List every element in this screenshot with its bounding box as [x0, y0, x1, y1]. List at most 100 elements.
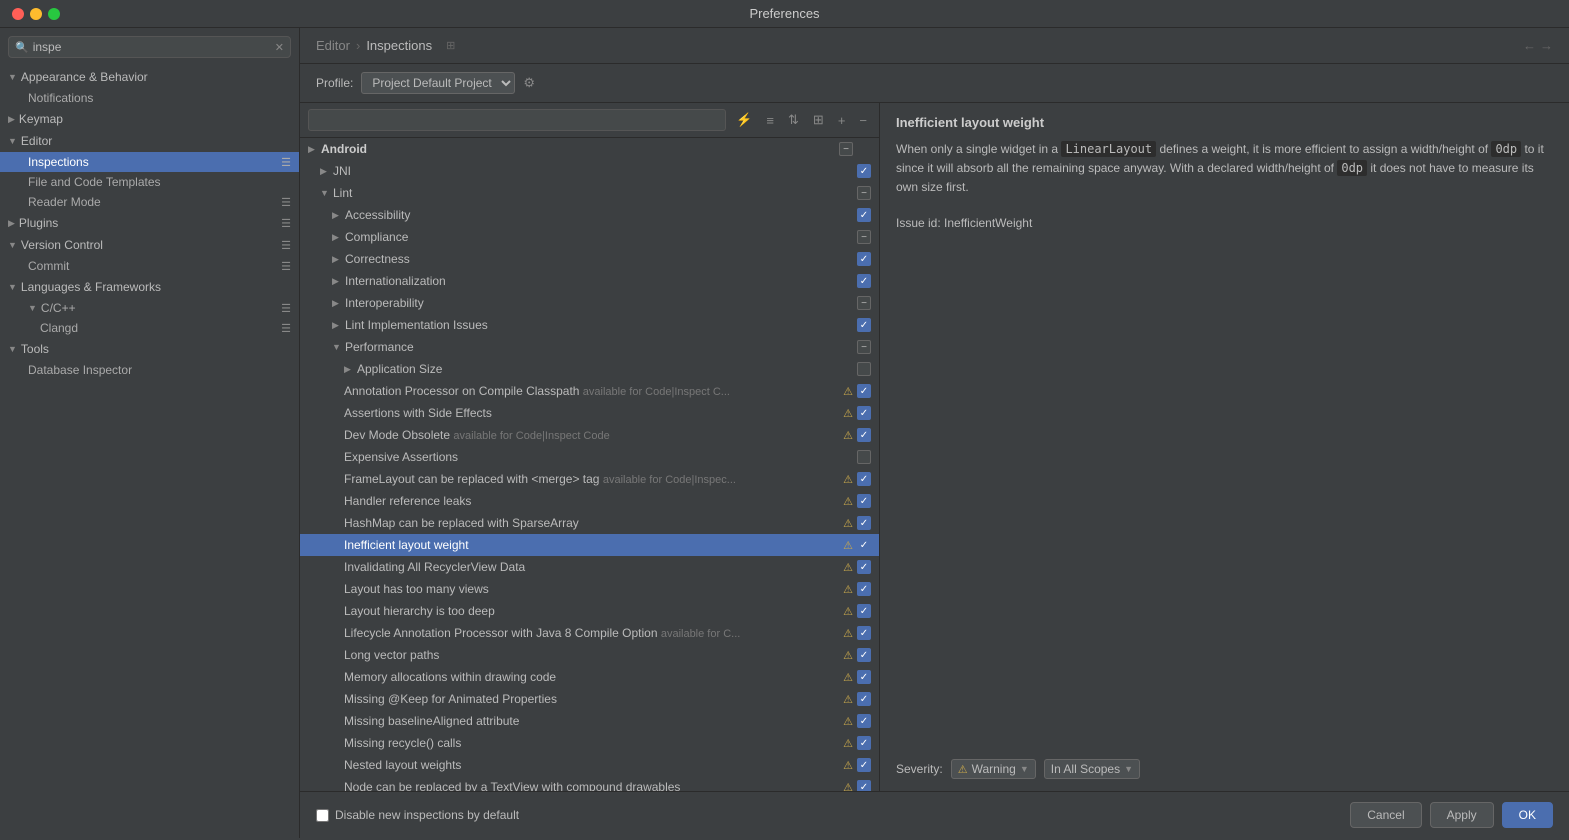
- sidebar-item-commit[interactable]: Commit ☰: [0, 256, 299, 276]
- sidebar-item-reader-mode[interactable]: Reader Mode ☰: [0, 192, 299, 212]
- sidebar-item-database-inspector[interactable]: Database Inspector: [0, 360, 299, 380]
- row-checkbox[interactable]: ✓: [857, 626, 871, 640]
- list-item[interactable]: FrameLayout can be replaced with <merge>…: [300, 468, 879, 490]
- row-checkbox[interactable]: ✓: [857, 406, 871, 420]
- sidebar-item-languages[interactable]: ▼ Languages & Frameworks: [0, 276, 299, 298]
- list-item[interactable]: ▶ Correctness ✓: [300, 248, 879, 270]
- gear-icon[interactable]: ⚙: [523, 75, 535, 91]
- sidebar-search-input[interactable]: [33, 40, 271, 54]
- sidebar-item-inspections[interactable]: Inspections ☰: [0, 152, 299, 172]
- row-checkbox[interactable]: ✓: [857, 648, 871, 662]
- row-checkbox[interactable]: ✓: [857, 208, 871, 222]
- row-checkbox[interactable]: [857, 450, 871, 464]
- sidebar-item-version-control[interactable]: ▼ Version Control ☰: [0, 234, 299, 256]
- nav-back-icon[interactable]: ←: [1523, 38, 1536, 53]
- list-item[interactable]: ▶ Internationalization ✓: [300, 270, 879, 292]
- sidebar-item-clangd[interactable]: Clangd ☰: [0, 318, 299, 338]
- inspection-search-input[interactable]: [308, 109, 726, 131]
- sidebar-item-file-code-templates[interactable]: File and Code Templates: [0, 172, 299, 192]
- row-checkbox[interactable]: ✓: [857, 560, 871, 574]
- row-checkbox[interactable]: ✓: [857, 428, 871, 442]
- row-checkbox[interactable]: ✓: [857, 384, 871, 398]
- sidebar-item-cpp[interactable]: ▼ C/C++ ☰: [0, 298, 299, 318]
- list-item-selected[interactable]: Inefficient layout weight ⚠ ✓: [300, 534, 879, 556]
- apply-button[interactable]: Apply: [1430, 802, 1494, 828]
- row-checkbox[interactable]: ✓: [857, 538, 871, 552]
- ok-button[interactable]: OK: [1502, 802, 1553, 828]
- row-checkbox[interactable]: ✓: [857, 494, 871, 508]
- list-item[interactable]: Memory allocations within drawing code ⚠…: [300, 666, 879, 688]
- minimize-button[interactable]: [30, 8, 42, 20]
- row-checkbox[interactable]: ✓: [857, 780, 871, 791]
- row-checkbox[interactable]: ✓: [857, 736, 871, 750]
- list-item[interactable]: ▶ Application Size: [300, 358, 879, 380]
- item-label: Annotation Processor on Compile Classpat…: [344, 384, 843, 398]
- row-checkbox[interactable]: ✓: [857, 252, 871, 266]
- list-item[interactable]: ▼ Performance −: [300, 336, 879, 358]
- sidebar-item-notifications[interactable]: Notifications: [0, 88, 299, 108]
- row-checkbox[interactable]: −: [857, 340, 871, 354]
- disable-inspections-checkbox[interactable]: [316, 809, 329, 822]
- list-item[interactable]: ▶ Interoperability −: [300, 292, 879, 314]
- list-item[interactable]: Layout hierarchy is too deep ⚠ ✓: [300, 600, 879, 622]
- sidebar-item-keymap[interactable]: ▶ Keymap: [0, 108, 299, 130]
- breadcrumb-parent: Editor: [316, 38, 350, 53]
- row-checkbox[interactable]: −: [839, 142, 853, 156]
- group-icon[interactable]: ⊞: [809, 110, 828, 130]
- minus-icon[interactable]: −: [855, 111, 871, 130]
- expand-all-icon[interactable]: ≡: [762, 111, 778, 130]
- close-button[interactable]: [12, 8, 24, 20]
- list-item[interactable]: Annotation Processor on Compile Classpat…: [300, 380, 879, 402]
- row-checkbox[interactable]: −: [857, 230, 871, 244]
- row-checkbox[interactable]: ✓: [857, 318, 871, 332]
- list-item[interactable]: Layout has too many views ⚠ ✓: [300, 578, 879, 600]
- list-item[interactable]: ▶ Compliance −: [300, 226, 879, 248]
- profile-select[interactable]: Project Default Project: [361, 72, 515, 94]
- filter-icon[interactable]: ⚡: [732, 110, 756, 130]
- clear-icon[interactable]: ✕: [275, 41, 284, 54]
- list-item[interactable]: Missing baselineAligned attribute ⚠ ✓: [300, 710, 879, 732]
- cancel-button[interactable]: Cancel: [1350, 802, 1421, 828]
- list-item[interactable]: Handler reference leaks ⚠ ✓: [300, 490, 879, 512]
- row-checkbox[interactable]: ✓: [857, 516, 871, 530]
- row-checkbox[interactable]: [857, 362, 871, 376]
- row-checkbox[interactable]: ✓: [857, 582, 871, 596]
- row-checkbox[interactable]: −: [857, 186, 871, 200]
- row-checkbox[interactable]: ✓: [857, 714, 871, 728]
- sidebar-item-editor[interactable]: ▼ Editor: [0, 130, 299, 152]
- list-item[interactable]: Expensive Assertions: [300, 446, 879, 468]
- sidebar-item-plugins[interactable]: ▶ Plugins ☰: [0, 212, 299, 234]
- list-item[interactable]: Assertions with Side Effects ⚠ ✓: [300, 402, 879, 424]
- add-icon[interactable]: +: [834, 111, 850, 130]
- nav-forward-icon[interactable]: →: [1540, 38, 1553, 53]
- row-checkbox[interactable]: ✓: [857, 164, 871, 178]
- row-checkbox[interactable]: ✓: [857, 472, 871, 486]
- maximize-button[interactable]: [48, 8, 60, 20]
- list-item[interactable]: Node can be replaced by a TextView with …: [300, 776, 879, 791]
- row-checkbox[interactable]: ✓: [857, 692, 871, 706]
- list-item[interactable]: Invalidating All RecyclerView Data ⚠ ✓: [300, 556, 879, 578]
- severity-select[interactable]: ⚠ Warning ▼: [951, 759, 1036, 779]
- list-item[interactable]: ▶ Android −: [300, 138, 879, 160]
- list-item[interactable]: Dev Mode Obsolete available for Code|Ins…: [300, 424, 879, 446]
- list-item[interactable]: ▼ Lint −: [300, 182, 879, 204]
- row-checkbox[interactable]: ✓: [857, 604, 871, 618]
- list-item[interactable]: Missing recycle() calls ⚠ ✓: [300, 732, 879, 754]
- list-item[interactable]: Nested layout weights ⚠ ✓: [300, 754, 879, 776]
- list-item[interactable]: Lifecycle Annotation Processor with Java…: [300, 622, 879, 644]
- scope-select[interactable]: In All Scopes ▼: [1044, 759, 1140, 779]
- sidebar-group-label-vc: Version Control: [21, 238, 103, 252]
- list-item[interactable]: Long vector paths ⚠ ✓: [300, 644, 879, 666]
- sort-icon[interactable]: ⇅: [784, 110, 803, 130]
- list-item[interactable]: ▶ Lint Implementation Issues ✓: [300, 314, 879, 336]
- row-checkbox[interactable]: −: [857, 296, 871, 310]
- row-checkbox[interactable]: ✓: [857, 758, 871, 772]
- list-item[interactable]: HashMap can be replaced with SparseArray…: [300, 512, 879, 534]
- list-item[interactable]: ▶ Accessibility ✓: [300, 204, 879, 226]
- list-item[interactable]: ▶ JNI ✓: [300, 160, 879, 182]
- sidebar-item-tools[interactable]: ▼ Tools: [0, 338, 299, 360]
- row-checkbox[interactable]: ✓: [857, 274, 871, 288]
- row-checkbox[interactable]: ✓: [857, 670, 871, 684]
- list-item[interactable]: Missing @Keep for Animated Properties ⚠ …: [300, 688, 879, 710]
- sidebar-item-appearance[interactable]: ▼ Appearance & Behavior: [0, 66, 299, 88]
